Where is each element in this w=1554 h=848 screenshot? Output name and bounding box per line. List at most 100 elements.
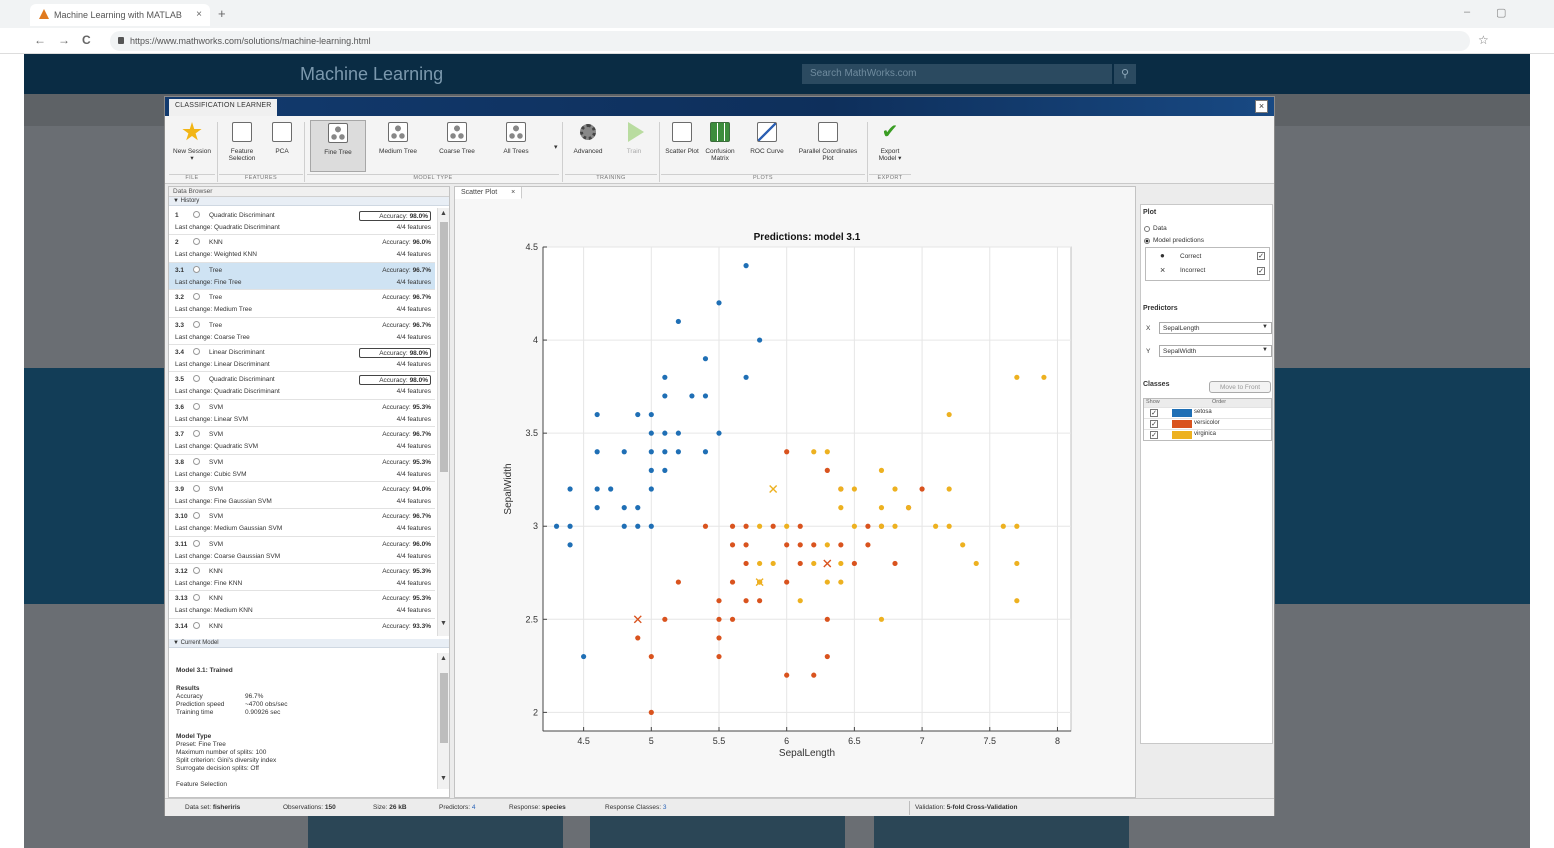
model-history-row[interactable]: 3.7 SVM Last change: Quadratic SVM Accuracy…	[169, 427, 435, 455]
model-history-row[interactable]: 3.1 Tree Last change: Fine Tree Accuracy: 9…	[169, 262, 435, 291]
model-history-row[interactable]: 3.11 SVM Last change: Coarse Gaussian SVM A…	[169, 537, 435, 565]
model-id: 3.7	[175, 431, 185, 439]
bookmark-star-icon[interactable]: ☆	[1478, 33, 1489, 47]
class-row[interactable]: ✓ virginica	[1144, 429, 1271, 440]
model-predictions-radio[interactable]	[1144, 238, 1150, 244]
scatter-plot-button[interactable]: Scatter Plot	[663, 120, 701, 172]
feature-selection-button[interactable]: Feature Selection	[221, 120, 263, 172]
site-search-input[interactable]: Search MathWorks.com	[802, 64, 1112, 84]
model-history-row[interactable]: 3.5 Quadratic Discriminant Last change: Qu…	[169, 372, 435, 400]
model-accuracy: Accuracy: 96.7%	[359, 430, 431, 440]
tab-scatter-plot[interactable]: Scatter Plot ×	[455, 187, 523, 199]
class-row[interactable]: ✓ versicolor	[1144, 418, 1271, 429]
back-icon[interactable]: ←	[34, 33, 46, 47]
incorrect-checkbox[interactable]: ✓	[1257, 267, 1265, 275]
model-history-row[interactable]: 3.10 SVM Last change: Medium Gaussian SVM A…	[169, 509, 435, 537]
tab-close-icon[interactable]: ×	[511, 189, 515, 196]
site-search-icon[interactable]: ⚲	[1114, 64, 1136, 84]
model-history-row[interactable]: 2 KNN Last change: Weighted KNN Accuracy: 9…	[169, 235, 435, 263]
pca-button[interactable]: PCA	[265, 120, 299, 172]
model-type: Tree	[209, 321, 223, 329]
accuracy-value: 94.0%	[412, 485, 431, 493]
status-bar: Data set: fisheriris Observations: 150 S…	[165, 798, 1274, 816]
class-show-checkbox[interactable]: ✓	[1150, 420, 1158, 428]
class-show-checkbox[interactable]: ✓	[1150, 431, 1158, 439]
model-history-row[interactable]: 3.2 Tree Last change: Medium Tree Accuracy:…	[169, 290, 435, 318]
ribbon-divider	[659, 122, 660, 182]
browser-tab[interactable]: Machine Learning with MATLAB ×	[30, 4, 210, 26]
parallel-coordinates-button[interactable]: Parallel Coordinates Plot	[795, 120, 861, 172]
advanced-button[interactable]: Advanced	[566, 120, 610, 172]
model-last-change: Last change: Fine Gaussian SVM	[175, 497, 272, 505]
data-point-virginica	[946, 486, 952, 492]
scroll-up-icon[interactable]: ▲	[440, 655, 447, 662]
data-point-versicolor	[743, 598, 749, 604]
scroll-down-icon[interactable]: ▼	[440, 775, 447, 782]
pca-label: PCA	[275, 148, 289, 155]
app-close-icon[interactable]: ×	[1255, 100, 1268, 113]
data-point-virginica	[905, 505, 912, 511]
history-scroll-thumb[interactable]	[440, 222, 448, 472]
response-classes-value[interactable]: 3	[663, 804, 667, 811]
y-predictor-select[interactable]: SepalWidth ▼	[1159, 345, 1272, 357]
minimize-icon[interactable]: –	[1464, 6, 1470, 18]
gear-icon	[580, 124, 596, 140]
new-session-label: New Session ▾	[173, 148, 211, 162]
new-tab-button[interactable]: +	[218, 6, 226, 21]
class-show-checkbox[interactable]: ✓	[1150, 409, 1158, 417]
current-model-section-header[interactable]: ▼ Current Model	[169, 639, 449, 648]
model-history-row[interactable]: 3.9 SVM Last change: Fine Gaussian SVM Accu…	[169, 482, 435, 510]
observations-value: 150	[324, 804, 336, 811]
model-history-row[interactable]: 3.4 Linear Discriminant Last change: Linea…	[169, 345, 435, 373]
reload-icon[interactable]: C	[82, 33, 91, 47]
correct-checkbox[interactable]: ✓	[1257, 252, 1265, 260]
model-features: 4/4 features	[396, 388, 431, 396]
x-tick-label: 5.5	[713, 736, 726, 746]
move-to-front-button[interactable]: Move to Front	[1209, 381, 1271, 393]
confusion-matrix-button[interactable]: Confusion Matrix	[701, 120, 739, 172]
scroll-down-icon[interactable]: ▼	[440, 620, 447, 627]
model-type: SVM	[209, 540, 224, 548]
tab-close-icon[interactable]: ×	[196, 9, 202, 20]
model-history-row[interactable]: 3.14 KNN Accuracy: 93.3%	[169, 619, 435, 636]
history-scrollbar[interactable]: ▲ ▼	[437, 208, 449, 636]
model-id: 3.10	[175, 513, 188, 521]
model-history-row[interactable]: 3.13 KNN Last change: Medium KNN Accuracy: …	[169, 591, 435, 619]
summary-scroll-thumb[interactable]	[440, 673, 448, 743]
scatter-plot-icon	[672, 122, 692, 142]
model-gallery-more-icon[interactable]: ▾	[554, 143, 558, 151]
train-button[interactable]: Train	[614, 120, 654, 172]
site-card	[308, 816, 563, 848]
class-row[interactable]: ✓ setosa	[1144, 407, 1271, 418]
app-title-tab[interactable]: CLASSIFICATION LEARNER	[169, 99, 278, 116]
model-accuracy: Accuracy: 96.7%	[359, 321, 431, 331]
forward-icon[interactable]: →	[58, 33, 70, 47]
data-point-virginica	[878, 616, 885, 622]
summary-scrollbar[interactable]: ▲ ▼	[437, 653, 449, 789]
data-point-virginica	[878, 505, 885, 511]
export-model-button[interactable]: ✔ Export Model ▾	[871, 120, 909, 172]
scroll-up-icon[interactable]: ▲	[440, 210, 447, 217]
model-id: 3.3	[175, 321, 185, 329]
scatter-plot-chart[interactable]: 4.5 5 5.5 6 6.5 7 7.5 8 2 2.5 3 3.5 4 4.5 Predictions:…	[455, 201, 1135, 797]
x-predictor-select[interactable]: SepalLength ▼	[1159, 322, 1272, 334]
model-history-row[interactable]: 3.6 SVM Last change: Linear SVM Accuracy: 9…	[169, 400, 435, 428]
model-history-row[interactable]: 1 Quadratic Discriminant Last change: Quad…	[169, 208, 435, 236]
medium-tree-button[interactable]: Medium Tree	[370, 120, 426, 172]
restore-icon[interactable]: ▢	[1496, 6, 1506, 19]
roc-curve-button[interactable]: ROC Curve	[743, 120, 791, 172]
all-trees-button[interactable]: All Trees	[488, 120, 544, 172]
fine-tree-button[interactable]: Fine Tree	[310, 120, 366, 172]
results-label: Results	[176, 685, 200, 692]
data-radio[interactable]	[1144, 226, 1150, 232]
model-status-icon	[193, 457, 200, 465]
model-accuracy: Accuracy: 94.0%	[359, 485, 431, 495]
model-history-row[interactable]: 3.3 Tree Last change: Coarse Tree Accuracy:…	[169, 318, 435, 345]
predictors-value[interactable]: 4	[472, 804, 476, 811]
new-session-button[interactable]: New Session ▾	[171, 120, 213, 172]
url-field[interactable]: https://www.mathworks.com/solutions/mach…	[110, 31, 1470, 51]
history-section-header[interactable]: ▼ History	[169, 197, 449, 206]
model-history-row[interactable]: 3.8 SVM Last change: Cubic SVM Accuracy: 95…	[169, 455, 435, 482]
coarse-tree-button[interactable]: Coarse Tree	[429, 120, 485, 172]
model-history-row[interactable]: 3.12 KNN Last change: Fine KNN Accuracy: 95…	[169, 564, 435, 592]
